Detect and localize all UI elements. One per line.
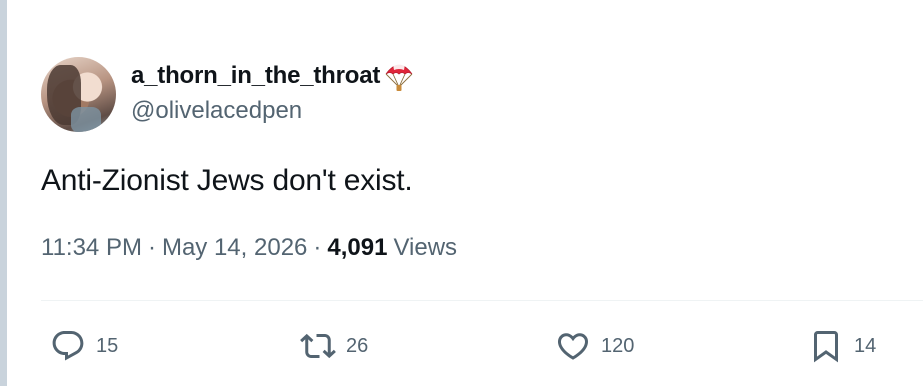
- reply-button[interactable]: 15: [50, 326, 118, 366]
- meta-separator: ·: [147, 234, 156, 261]
- bookmark-icon: [814, 331, 838, 363]
- tweet-date[interactable]: May 14, 2026: [162, 234, 307, 262]
- avatar-scarf: [71, 107, 101, 132]
- retweet-icon: [300, 333, 336, 359]
- author-handle[interactable]: @olivelacedpen: [131, 97, 302, 125]
- divider: [41, 300, 923, 301]
- reply-icon: [52, 331, 84, 361]
- display-name[interactable]: a_thorn_in_the_throat: [131, 62, 380, 90]
- author-name-row[interactable]: a_thorn_in_the_throat: [131, 59, 414, 93]
- tweet-time[interactable]: 11:34 PM: [41, 234, 142, 262]
- tweet-meta: 11:34 PM · May 14, 2026 · 4,091 Views: [41, 234, 457, 262]
- parachute-icon: [385, 62, 413, 91]
- like-count: 120: [601, 334, 635, 357]
- avatar[interactable]: [41, 57, 116, 132]
- meta-separator: ·: [313, 234, 322, 261]
- retweet-count: 26: [346, 334, 369, 357]
- left-rail: [0, 0, 7, 386]
- reply-count: 15: [96, 334, 119, 357]
- tweet-page: a_thorn_in_the_throat @olivelacedpen Ant…: [0, 0, 923, 386]
- views-label[interactable]: Views: [393, 234, 457, 262]
- bookmark-button[interactable]: 14: [808, 326, 876, 366]
- bookmark-count: 14: [854, 334, 877, 357]
- views-count[interactable]: 4,091: [327, 234, 387, 262]
- retweet-button[interactable]: 26: [300, 326, 368, 366]
- like-button[interactable]: 120: [555, 326, 634, 366]
- heart-icon: [557, 333, 589, 360]
- tweet-text: Anti-Zionist Jews don't exist.: [41, 164, 413, 197]
